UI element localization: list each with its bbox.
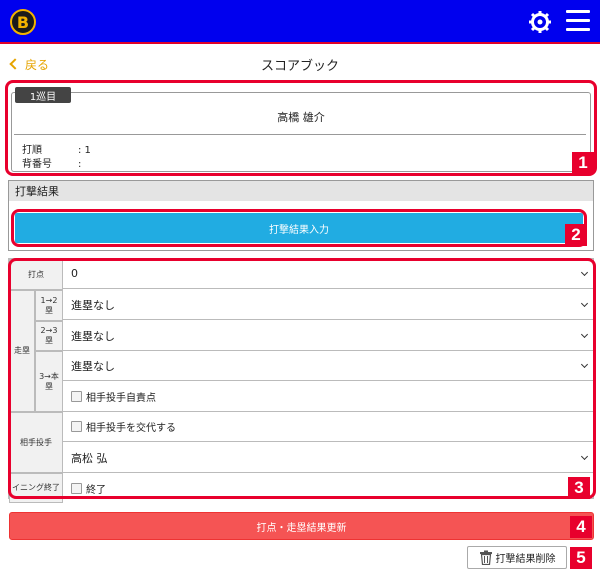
callout-box-3 [8,258,596,499]
trash-icon [479,550,492,565]
callout-badge-5: 5 [570,547,592,569]
app-header: B [0,0,600,44]
callout-box-2 [11,209,587,247]
delete-result-button[interactable]: 打撃結果削除 [467,546,567,569]
hamburger-menu-icon[interactable] [566,10,590,34]
page-title: スコアブック [260,59,339,74]
update-result-button[interactable]: 打点・走塁結果更新 [9,512,594,540]
callout-badge-1: 1 [572,152,594,174]
delete-label: 打撃結果削除 [495,554,556,565]
callout-badge-3: 3 [568,477,590,499]
section-title: 打撃結果 [9,181,593,201]
callout-badge-2: 2 [565,224,587,246]
gear-icon[interactable] [528,10,552,34]
app-logo[interactable]: B [10,9,36,35]
callout-badge-4: 4 [570,516,592,538]
callout-box-1 [5,80,597,176]
